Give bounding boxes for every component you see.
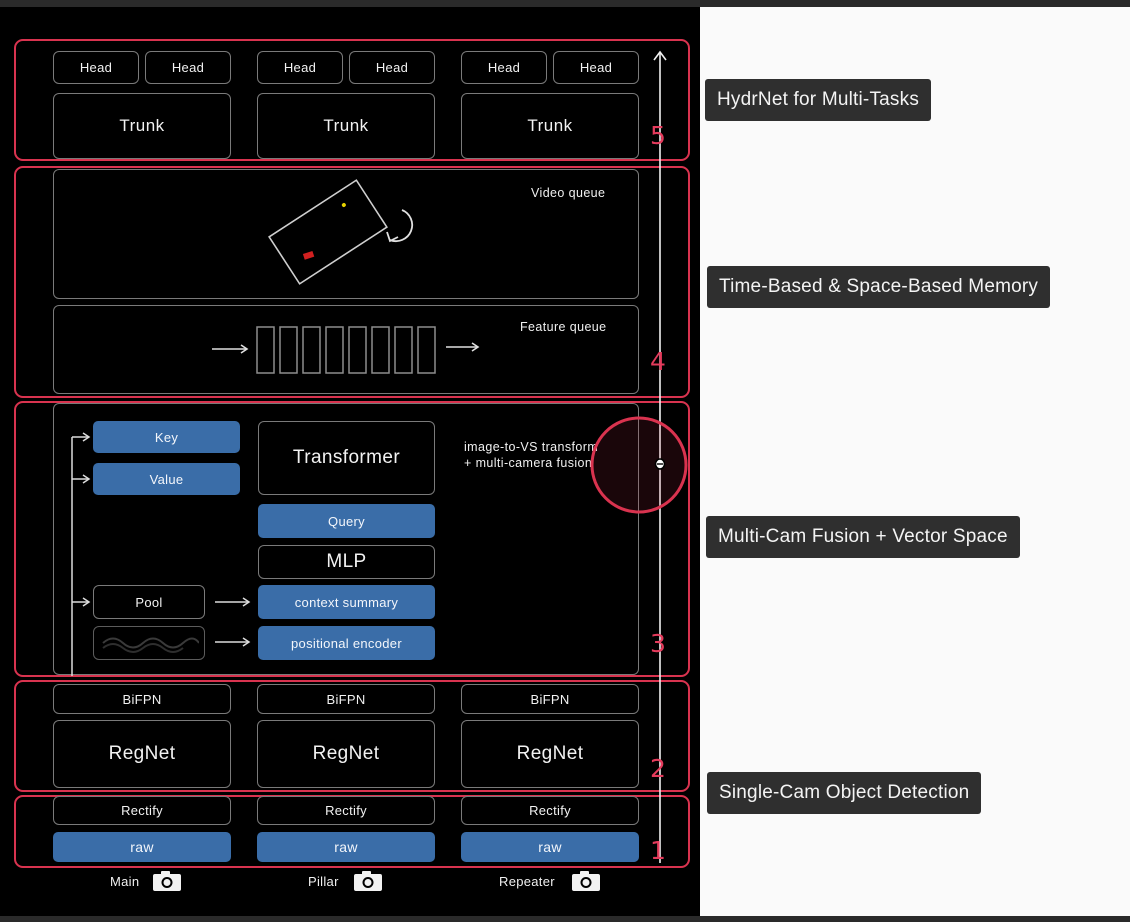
bifpn-box: BiFPN [53,684,231,714]
queue-cell [348,326,367,374]
feature-queue-diagram [212,326,480,374]
camera-icon [572,871,600,891]
regnet-box: RegNet [53,720,231,788]
rotation-arrow-icon [389,209,414,243]
head-box: Head [553,51,639,84]
camera-label-repeater: Repeater [499,874,555,889]
mlp-box: MLP [258,545,435,579]
vehicle-point [341,203,346,208]
trunk-box: Trunk [461,93,639,159]
bifpn-box: BiFPN [257,684,435,714]
regnet-box: RegNet [461,720,639,788]
queue-cell [302,326,321,374]
bottom-bar [0,916,1130,922]
cursor-highlight [590,416,688,514]
query-box: Query [258,504,435,538]
head-box: Head [349,51,435,84]
annotation-fusion: Multi-Cam Fusion + Vector Space [706,516,1020,558]
raw-box: raw [53,832,231,862]
queue-cell [394,326,413,374]
head-box: Head [53,51,139,84]
positional-encoder-box: positional encoder [258,626,435,660]
rectify-box: Rectify [53,796,231,825]
section-number-1: 1 [650,836,666,865]
queue-cell [325,326,344,374]
key-box: Key [93,421,240,453]
head-box: Head [145,51,231,84]
bifpn-box: BiFPN [461,684,639,714]
vehicle-frame [268,179,388,285]
trunk-box: Trunk [53,93,231,159]
camera-label-main: Main [110,874,140,889]
pattern-texture [102,637,199,653]
section-number-4: 4 [650,347,666,376]
raw-box: raw [257,832,435,862]
queue-cell [417,326,436,374]
fusion-note-line1: image-to-VS transform [464,440,599,454]
feature-queue-label: Feature queue [520,320,607,334]
rectify-box: Rectify [461,796,639,825]
vehicle-illustration [268,179,414,285]
annotation-memory: Time-Based & Space-Based Memory [707,266,1051,308]
video-queue-label: Video queue [531,186,606,200]
head-box: Head [461,51,547,84]
value-box: Value [93,463,240,495]
queue-cell [371,326,390,374]
rectify-box: Rectify [257,796,435,825]
regnet-box: RegNet [257,720,435,788]
raw-box: raw [461,832,639,862]
section-number-3: 3 [650,629,666,658]
head-box: Head [257,51,343,84]
context-summary-box: context summary [258,585,435,619]
transformer-box: Transformer [258,421,435,495]
queue-cell [279,326,298,374]
pool-box: Pool [93,585,205,619]
trunk-box: Trunk [257,93,435,159]
annotation-detection: Single-Cam Object Detection [707,772,982,814]
camera-icon [354,871,382,891]
queue-cell [256,326,275,374]
top-bar [0,0,1130,7]
pattern-box [93,626,205,660]
fusion-note-line2: + multi-camera fusion [464,456,593,470]
section-number-5: 5 [650,121,666,150]
vehicle-marker [302,250,315,260]
camera-label-pillar: Pillar [308,874,339,889]
section-number-2: 2 [650,754,666,783]
annotation-hydranet: HydrNet for Multi-Tasks [705,79,932,121]
camera-icon [153,871,181,891]
